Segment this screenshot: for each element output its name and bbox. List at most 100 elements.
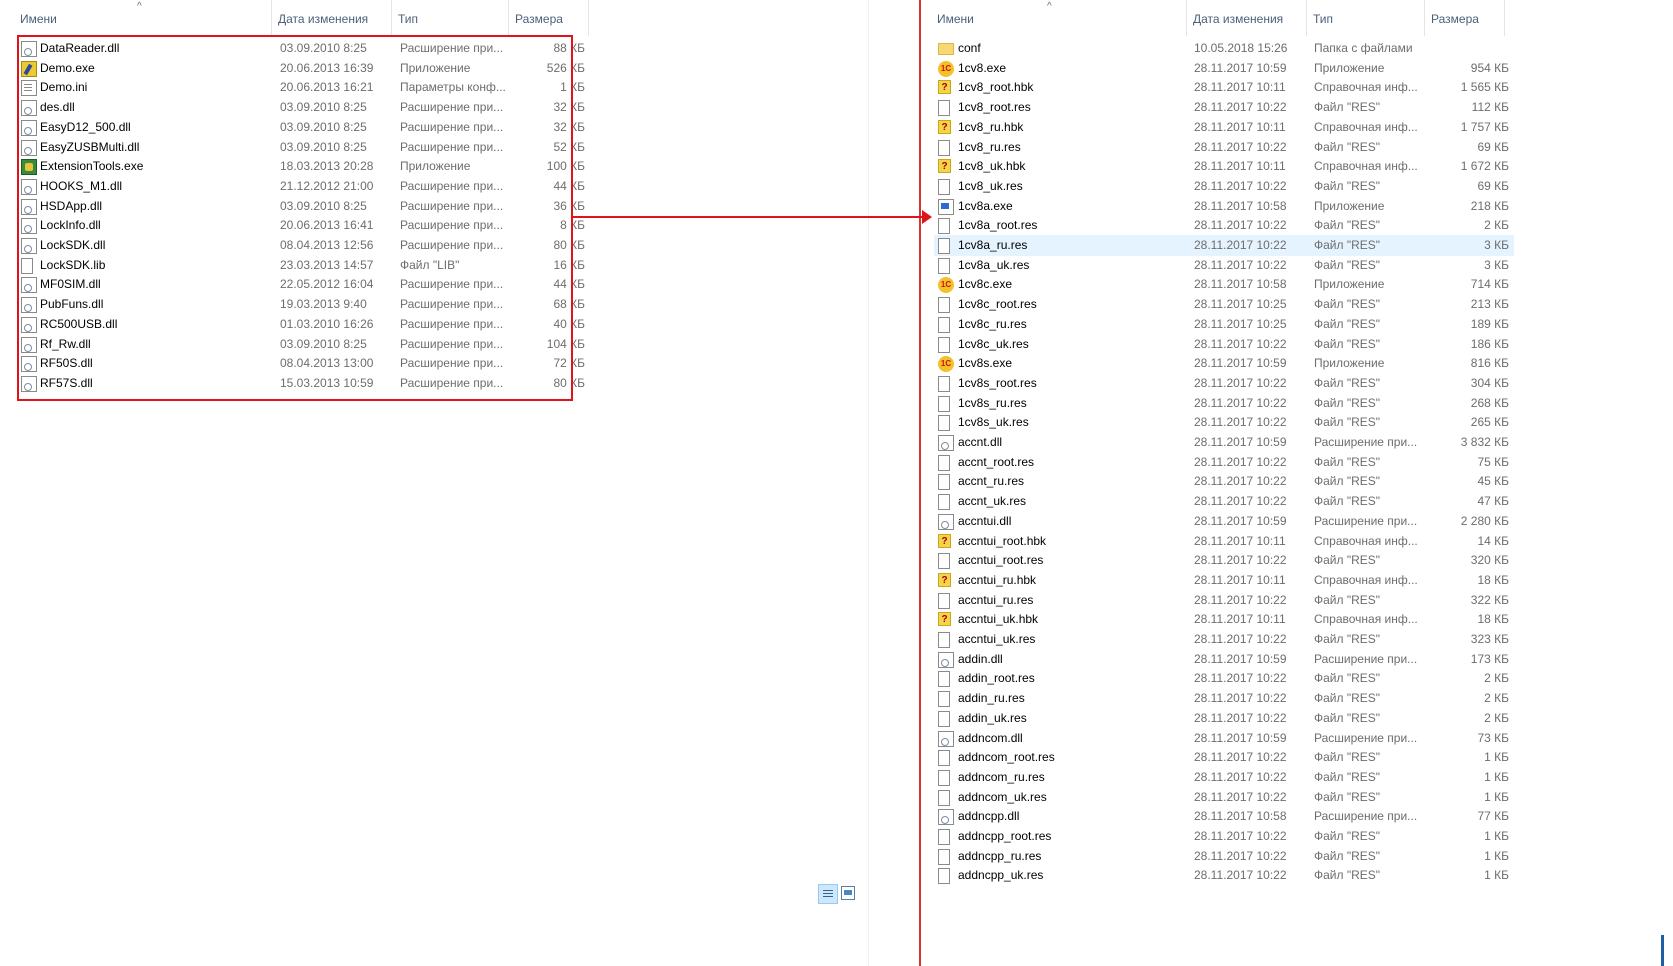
file-type: Приложение <box>1314 60 1385 75</box>
file-row[interactable]: HOOKS_M1.dll 21.12.2012 21:00 Расширение п… <box>0 176 920 197</box>
file-row[interactable]: 1C 1cv8.exe 28.11.2017 10:59 Приложение 954 … <box>924 58 1673 79</box>
file-row[interactable]: addncom_uk.res 28.11.2017 10:22 Файл "RES"… <box>924 787 1673 808</box>
file-row[interactable]: 1cv8c_uk.res 28.11.2017 10:22 Файл "RES" 18… <box>924 334 1673 355</box>
column-header-size[interactable]: Размера <box>1428 0 1479 38</box>
file-row[interactable]: RF57S.dll 15.03.2013 10:59 Расширение при.… <box>0 373 920 394</box>
file-row[interactable]: DataReader.dll 03.09.2010 8:25 Расширение … <box>0 38 920 59</box>
column-separator[interactable] <box>271 0 272 36</box>
file-row[interactable]: addncpp.dll 28.11.2017 10:58 Расширение пр… <box>924 806 1673 827</box>
file-row[interactable]: 1cv8s_ru.res 28.11.2017 10:22 Файл "RES" 26… <box>924 393 1673 414</box>
column-header-name[interactable]: Имени <box>17 0 57 38</box>
column-separator[interactable] <box>588 0 589 36</box>
file-row[interactable]: EasyZUSBMulti.dll 03.09.2010 8:25 Расширен… <box>0 137 920 158</box>
column-separator[interactable] <box>1424 0 1425 36</box>
file-row[interactable]: accnt_ru.res 28.11.2017 10:22 Файл "RES" 45… <box>924 471 1673 492</box>
file-row[interactable]: ? 1cv8_root.hbk 28.11.2017 10:11 Справочная… <box>924 77 1673 98</box>
file-size: 1 КБ <box>1484 868 1509 883</box>
file-row[interactable]: addncpp_ru.res 28.11.2017 10:22 Файл "RES"… <box>924 846 1673 867</box>
help-icon: ? <box>938 533 951 548</box>
file-type: Файл "RES" <box>1314 592 1381 607</box>
column-header-size[interactable]: Размера <box>512 0 563 38</box>
file-row[interactable]: LockInfo.dll 20.06.2013 16:41 Расширение п… <box>0 215 920 236</box>
file-type: Файл "RES" <box>1314 375 1381 390</box>
file-row[interactable]: accntui.dll 28.11.2017 10:59 Расширение пр… <box>924 511 1673 532</box>
file-row[interactable]: 1cv8s_uk.res 28.11.2017 10:22 Файл "RES" 26… <box>924 412 1673 433</box>
file-row[interactable]: EasyD12_500.dll 03.09.2010 8:25 Расширение… <box>0 117 920 138</box>
file-row[interactable]: RF50S.dll 08.04.2013 13:00 Расширение при.… <box>0 353 920 374</box>
file-row[interactable]: HSDApp.dll 03.09.2010 8:25 Расширение при.… <box>0 196 920 217</box>
file-icon <box>938 750 950 767</box>
column-header-type[interactable]: Тип <box>1310 0 1333 38</box>
file-type: Файл "RES" <box>1314 297 1381 312</box>
file-type: Файл "RES" <box>1314 238 1381 252</box>
column-header-date[interactable]: Дата изменения <box>275 0 368 38</box>
file-name: 1cv8_uk.res <box>958 178 1023 193</box>
file-row[interactable]: ? 1cv8_ru.hbk 28.11.2017 10:11 Справочная и… <box>924 117 1673 138</box>
file-row[interactable]: 1cv8s_root.res 28.11.2017 10:22 Файл "RES"… <box>924 373 1673 394</box>
file-row[interactable]: 1cv8c_root.res 28.11.2017 10:25 Файл "RES"… <box>924 294 1673 315</box>
file-row[interactable]: Demo.ini 20.06.2013 16:21 Параметры конф..… <box>0 77 920 98</box>
file-row[interactable]: ? accntui_ru.hbk 28.11.2017 10:11 Справочна… <box>924 570 1673 591</box>
file-row[interactable]: MF0SIM.dll 22.05.2012 16:04 Расширение при… <box>0 274 920 295</box>
file-row[interactable]: 1C 1cv8c.exe 28.11.2017 10:58 Приложение 714… <box>924 274 1673 295</box>
file-row[interactable]: ? accntui_root.hbk 28.11.2017 10:11 Справоч… <box>924 531 1673 552</box>
dll-icon <box>21 218 37 235</box>
column-separator[interactable] <box>1504 0 1505 36</box>
column-header-name[interactable]: Имени <box>934 0 974 38</box>
file-row[interactable]: 1cv8a_root.res 28.11.2017 10:22 Файл "RES"… <box>924 215 1673 236</box>
file-row[interactable]: ? accntui_uk.hbk 28.11.2017 10:11 Справочна… <box>924 609 1673 630</box>
column-separator[interactable] <box>1306 0 1307 36</box>
column-header-date[interactable]: Дата изменения <box>1190 0 1283 38</box>
file-row[interactable]: PubFuns.dll 19.03.2013 9:40 Расширение при… <box>0 294 920 315</box>
file-row[interactable]: accntui_root.res 28.11.2017 10:22 Файл "RE… <box>924 550 1673 571</box>
file-row[interactable]: Rf_Rw.dll 03.09.2010 8:25 Расширение при..… <box>0 334 920 355</box>
exe-icon <box>938 198 954 215</box>
file-name: accnt.dll <box>958 435 1003 449</box>
file-row[interactable]: addin_ru.res 28.11.2017 10:22 Файл "RES" 2 … <box>924 688 1673 709</box>
view-tiles-icon[interactable] <box>841 886 855 900</box>
file-row[interactable]: ExtensionTools.exe 18.03.2013 20:28 Прилож… <box>0 156 920 177</box>
file-row[interactable]: addncpp_uk.res 28.11.2017 10:22 Файл "RES"… <box>924 865 1673 886</box>
view-details-icon[interactable] <box>818 884 838 904</box>
file-row[interactable]: addncom_ru.res 28.11.2017 10:22 Файл "RES"… <box>924 767 1673 788</box>
file-date: 28.11.2017 10:22 <box>1194 100 1287 115</box>
file-row[interactable]: LockSDK.lib 23.03.2013 14:57 Файл "LIB" 16 … <box>0 255 920 276</box>
file-row[interactable]: ? 1cv8_uk.hbk 28.11.2017 10:11 Справочная и… <box>924 156 1673 177</box>
column-header-type[interactable]: Тип <box>395 0 418 38</box>
file-row[interactable]: 1cv8a.exe 28.11.2017 10:58 Приложение 218 К… <box>924 196 1673 217</box>
file-row[interactable]: 1cv8_root.res 28.11.2017 10:22 Файл "RES" 1… <box>924 97 1673 118</box>
file-type: Расширение при... <box>400 277 504 292</box>
file-row[interactable]: 1cv8a_ru.res 28.11.2017 10:22 Файл "RES" 3 … <box>924 235 1673 256</box>
file-row[interactable]: addin.dll 28.11.2017 10:59 Расширение при.… <box>924 649 1673 670</box>
column-separator[interactable] <box>391 0 392 36</box>
file-row[interactable]: conf 10.05.2018 15:26 Папка с файлами <box>924 38 1673 59</box>
file-row[interactable]: accnt.dll 28.11.2017 10:59 Расширение при.… <box>924 432 1673 453</box>
file-row[interactable]: 1cv8c_ru.res 28.11.2017 10:25 Файл "RES" 18… <box>924 314 1673 335</box>
file-type: Файл "RES" <box>1314 218 1381 233</box>
file-row[interactable]: accntui_ru.res 28.11.2017 10:22 Файл "RES"… <box>924 590 1673 611</box>
file-row[interactable]: addin_uk.res 28.11.2017 10:22 Файл "RES" 2 … <box>924 708 1673 729</box>
file-icon <box>938 553 950 570</box>
file-row[interactable]: 1cv8_ru.res 28.11.2017 10:22 Файл "RES" 69 … <box>924 137 1673 158</box>
file-row[interactable]: addin_root.res 28.11.2017 10:22 Файл "RES"… <box>924 668 1673 689</box>
file-row[interactable]: Demo.exe 20.06.2013 16:39 Приложение 526 КБ <box>0 58 920 79</box>
file-row[interactable]: accntui_uk.res 28.11.2017 10:22 Файл "RES"… <box>924 629 1673 650</box>
column-separator[interactable] <box>1186 0 1187 36</box>
file-row[interactable]: des.dll 03.09.2010 8:25 Расширение при... 3… <box>0 97 920 118</box>
file-date: 28.11.2017 10:22 <box>1194 494 1287 509</box>
file-date: 28.11.2017 10:22 <box>1194 868 1287 883</box>
column-separator[interactable] <box>508 0 509 36</box>
file-row[interactable]: addncom.dll 28.11.2017 10:59 Расширение пр… <box>924 728 1673 749</box>
file-row[interactable]: addncpp_root.res 28.11.2017 10:22 Файл "RE… <box>924 826 1673 847</box>
file-row[interactable]: 1C 1cv8s.exe 28.11.2017 10:59 Приложение 816… <box>924 353 1673 374</box>
file-row[interactable]: 1cv8a_uk.res 28.11.2017 10:22 Файл "RES" 3 … <box>924 255 1673 276</box>
file-row[interactable]: addncom_root.res 28.11.2017 10:22 Файл "RE… <box>924 747 1673 768</box>
file-row[interactable]: 1cv8_uk.res 28.11.2017 10:22 Файл "RES" 69 … <box>924 176 1673 197</box>
demo-app-icon <box>21 60 37 77</box>
file-size: 213 КБ <box>1470 297 1509 312</box>
file-row[interactable]: LockSDK.dll 08.04.2013 12:56 Расширение пр… <box>0 235 920 256</box>
dll-icon <box>21 336 37 353</box>
file-row[interactable]: accnt_uk.res 28.11.2017 10:22 Файл "RES" 47… <box>924 491 1673 512</box>
file-row[interactable]: accnt_root.res 28.11.2017 10:22 Файл "RES"… <box>924 452 1673 473</box>
file-row[interactable]: RC500USB.dll 01.03.2010 16:26 Расширение п… <box>0 314 920 335</box>
